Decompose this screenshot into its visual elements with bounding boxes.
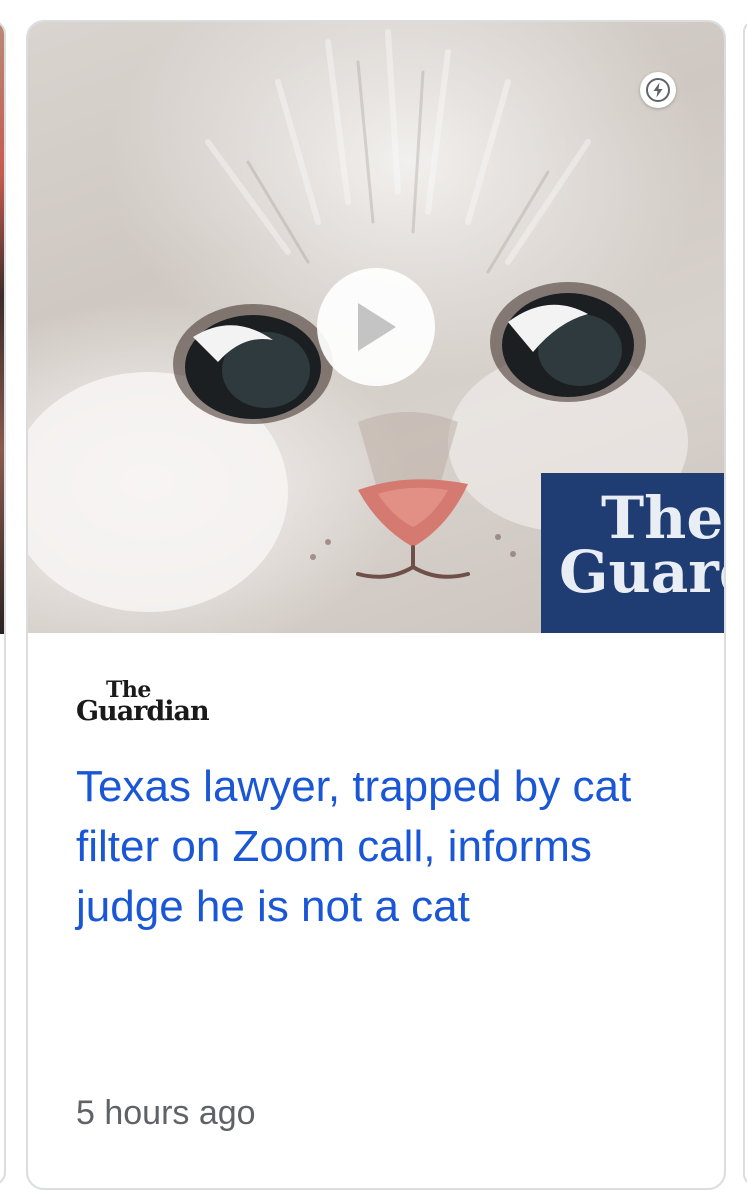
previous-card-thumbnail	[0, 22, 4, 634]
publisher-logo: The Guardian	[76, 679, 236, 729]
play-video-button[interactable]	[317, 268, 435, 386]
watermark-line-2: Guardian	[559, 538, 724, 606]
amp-badge	[640, 72, 676, 108]
video-thumbnail[interactable]: The Guardian	[28, 22, 724, 633]
news-card[interactable]: The Guardian The Guardian Texas lawyer, …	[26, 20, 726, 1190]
play-icon	[358, 303, 396, 351]
publisher-logo-line-2: Guardian	[76, 696, 210, 727]
news-carousel: The Guardian The Guardian Texas lawyer, …	[0, 0, 747, 1202]
publisher-watermark: The Guardian	[541, 473, 724, 633]
lightning-icon	[646, 78, 670, 102]
headline-link[interactable]: Texas lawyer, trapped by cat filter on Z…	[76, 757, 636, 937]
timestamp: 5 hours ago	[76, 1094, 256, 1132]
next-card-edge[interactable]	[743, 20, 747, 1186]
previous-card-edge[interactable]	[0, 20, 6, 1186]
